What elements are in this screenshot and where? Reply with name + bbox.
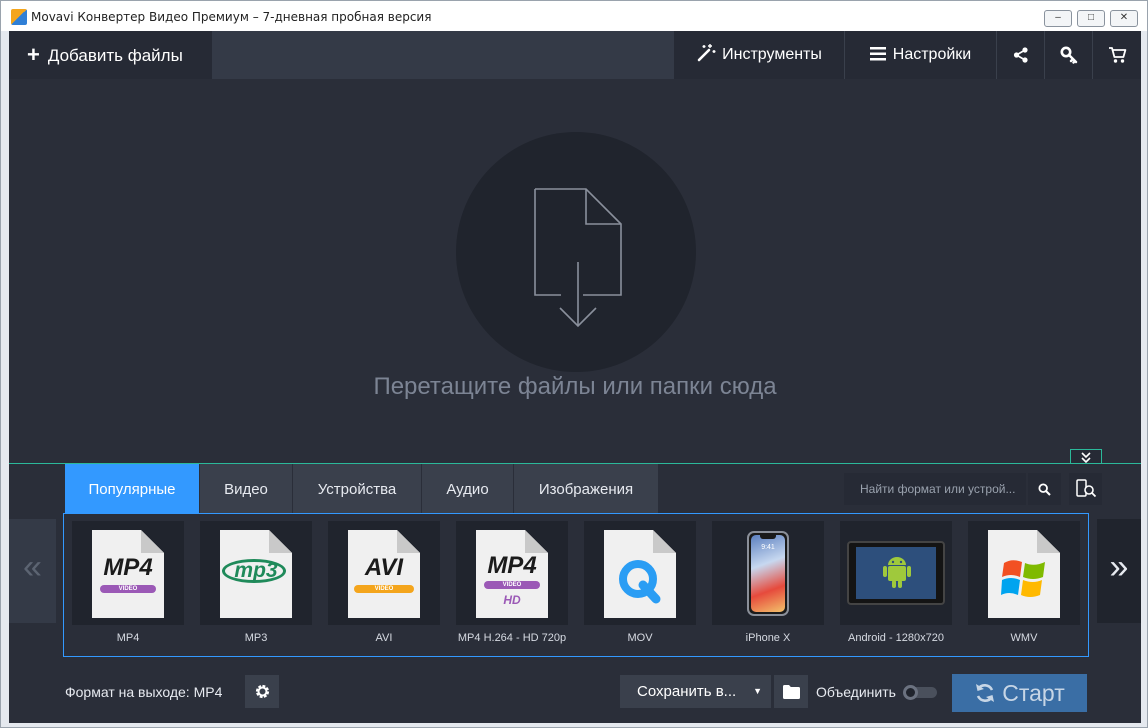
start-button[interactable]: Старт [952, 674, 1087, 712]
mp4-hd-sub: HD [503, 593, 521, 607]
save-to-label: Сохранить в... [637, 683, 737, 700]
iphone-icon: 9:41 [747, 531, 789, 616]
add-files-label: Добавить файлы [47, 46, 183, 65]
drop-hint-text: Перетащите файлы или папки сюда [373, 373, 777, 400]
key-icon [1060, 46, 1077, 64]
format-label-mp3: MP3 [244, 632, 268, 644]
format-tiles-frame: MP4 VIDEO MP4 mp3 MP3 AVI VIDEO AVI MP4 … [63, 513, 1089, 657]
output-format-label: Формат на выходе: MP4 [65, 684, 223, 700]
merge-label: Объединить [816, 684, 896, 700]
carousel-prev-button[interactable]: « [9, 519, 56, 623]
mp4-hd-video-band: VIDEO [484, 581, 540, 589]
output-settings-button[interactable] [245, 675, 279, 708]
format-tile-avi[interactable]: AVI VIDEO [328, 521, 440, 625]
mp3-badge: mp3 [234, 559, 278, 582]
tab-video[interactable]: Видео [200, 464, 293, 513]
android-tablet-icon [847, 541, 945, 605]
search-icon [1038, 482, 1051, 496]
settings-label: Настройки [892, 46, 972, 63]
window-title: Movavi Конвертер Видео Премиум – 7-дневн… [31, 10, 432, 24]
tools-label: Инструменты [722, 46, 822, 63]
save-to-dropdown[interactable]: Сохранить в... ▼ [620, 675, 771, 708]
drop-target-circle [456, 132, 696, 372]
format-tile-mp4[interactable]: MP4 VIDEO [72, 521, 184, 625]
cart-icon [1108, 47, 1126, 63]
plus-icon: + [27, 42, 40, 67]
title-bar: Movavi Конвертер Видео Премиум – 7-дневн… [1, 1, 1147, 31]
file-fold [269, 530, 292, 553]
main-app: + Добавить файлы Инструменты Настройки П… [9, 31, 1141, 723]
open-folder-button[interactable] [774, 675, 808, 708]
quicktime-logo [619, 560, 661, 604]
close-button[interactable]: ✕ [1110, 10, 1138, 27]
carousel-next-button[interactable]: » [1097, 519, 1141, 623]
tab-audio[interactable]: Аудио [422, 464, 514, 513]
file-download-icon [534, 188, 622, 328]
format-label-iphone-x: iPhone X [745, 632, 791, 644]
app-window: Movavi Конвертер Видео Премиум – 7-дневн… [0, 0, 1148, 728]
avi-video-band: VIDEO [354, 585, 414, 593]
windows-flag-icon [1001, 560, 1045, 597]
convert-icon [976, 684, 995, 702]
chevron-down-icon: ▼ [753, 686, 762, 696]
format-label-avi: AVI [375, 632, 393, 644]
format-tile-mp3[interactable]: mp3 [200, 521, 312, 625]
double-chevron-down-icon [1081, 451, 1091, 463]
magic-wand-icon [697, 44, 716, 62]
detect-device-button[interactable] [1069, 473, 1102, 505]
file-fold [397, 530, 420, 553]
activation-key-button[interactable] [1044, 31, 1092, 79]
toolbar: + Добавить файлы Инструменты Настройки [9, 31, 1141, 79]
share-icon [1013, 47, 1028, 63]
format-label-mov: MOV [627, 632, 653, 644]
format-tile-wmv[interactable] [968, 521, 1080, 625]
android-robot-icon [883, 557, 911, 588]
mp4-hd-badge: MP4 [487, 552, 537, 579]
iphone-screen-time: 9:41 [761, 544, 775, 551]
format-label-wmv: WMV [1010, 632, 1038, 644]
file-fold [653, 530, 676, 553]
device-search-icon [1075, 479, 1096, 498]
start-label: Старт [1002, 680, 1065, 706]
search-button[interactable] [1028, 473, 1061, 505]
toggle-knob [903, 685, 918, 700]
share-button[interactable] [996, 31, 1044, 79]
merge-toggle[interactable] [903, 685, 937, 700]
menu-lines-icon [869, 47, 886, 61]
format-label-mp4-hd: MP4 H.264 - HD 720p [457, 632, 567, 644]
gear-icon [255, 684, 269, 699]
buy-button[interactable] [1092, 31, 1141, 79]
format-tile-mov[interactable] [584, 521, 696, 625]
format-search-input[interactable]: Найти формат или устрой... [844, 473, 1026, 505]
bottom-bar: Формат на выходе: MP4 Сохранить в... ▼ О… [9, 657, 1141, 723]
tab-devices[interactable]: Устройства [293, 464, 422, 513]
file-fold [525, 530, 548, 553]
drop-zone[interactable]: Перетащите файлы или папки сюда [9, 79, 1141, 463]
folder-icon [782, 684, 800, 699]
mp4-badge: MP4 [103, 554, 153, 581]
add-files-button[interactable]: + Добавить файлы [9, 31, 212, 79]
app-logo-icon [11, 9, 27, 25]
avi-badge: AVI [364, 554, 404, 581]
format-tile-android[interactable] [840, 521, 952, 625]
tools-button[interactable]: Инструменты [674, 31, 844, 79]
mp4-video-band: VIDEO [100, 585, 156, 593]
settings-button[interactable]: Настройки [844, 31, 996, 79]
collapse-panel-button[interactable] [1070, 449, 1102, 464]
format-label-mp4: MP4 [116, 632, 140, 644]
format-label-android: Android - 1280x720 [847, 632, 944, 644]
format-carousel: « MP4 VIDEO MP4 mp3 MP3 AVI VIDEO AVI MP… [9, 513, 1141, 657]
maximize-button[interactable]: □ [1077, 10, 1105, 27]
tab-images[interactable]: Изображения [514, 464, 659, 513]
format-tile-iphone-x[interactable]: 9:41 [712, 521, 824, 625]
tab-popular[interactable]: Популярные [65, 464, 200, 513]
format-tile-mp4-hd[interactable]: MP4 VIDEO HD [456, 521, 568, 625]
minimize-button[interactable]: – [1044, 10, 1072, 27]
format-tabs: Популярные Видео Устройства Аудио Изобра… [9, 464, 1141, 513]
